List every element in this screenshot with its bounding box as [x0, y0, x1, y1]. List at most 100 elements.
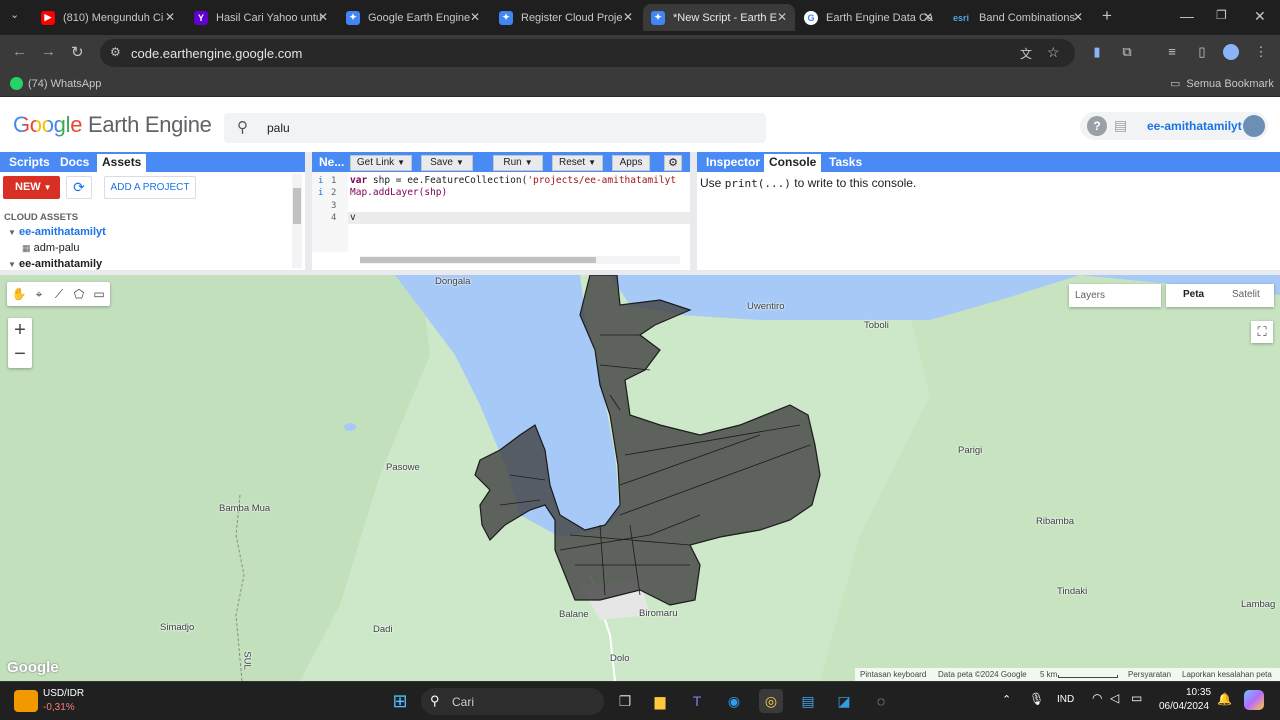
- panel-divider[interactable]: [305, 152, 312, 270]
- extension-icon[interactable]: ▮: [1089, 44, 1105, 60]
- info-icon[interactable]: i: [318, 188, 323, 198]
- report-error-link[interactable]: Laporkan kesalahan peta: [1182, 670, 1272, 679]
- microphone-icon[interactable]: 🎙: [1029, 692, 1044, 706]
- bookmark-whatsapp[interactable]: (74) WhatsApp: [10, 77, 101, 90]
- help-icon[interactable]: ?: [1087, 116, 1107, 136]
- language-indicator[interactable]: IND: [1057, 694, 1074, 705]
- close-tab-icon[interactable]: ✕: [318, 10, 328, 24]
- all-bookmarks[interactable]: ▭ Semua Bookmark: [1170, 77, 1274, 91]
- pan-hand-icon[interactable]: ✋: [9, 284, 29, 304]
- zoom-in-button[interactable]: +: [8, 318, 32, 343]
- close-tab-icon[interactable]: ✕: [1073, 10, 1083, 24]
- tab-new-script[interactable]: Ne...: [314, 154, 349, 172]
- extensions-puzzle-icon[interactable]: ⧉: [1119, 44, 1135, 60]
- clock-time[interactable]: 10:35: [1186, 687, 1211, 698]
- browser-tab[interactable]: G Earth Engine Data Ca ✕: [796, 4, 941, 31]
- scrollbar-thumb[interactable]: [360, 257, 596, 263]
- app-icon[interactable]: ◪: [832, 689, 856, 713]
- horizontal-scrollbar[interactable]: [360, 256, 680, 264]
- scrollbar-thumb[interactable]: [293, 188, 301, 224]
- layers-button[interactable]: Layers: [1069, 284, 1161, 307]
- tree-project[interactable]: ▼ ee-amithatamilyt: [8, 226, 106, 238]
- close-window-icon[interactable]: ✕: [1254, 8, 1266, 25]
- places-search[interactable]: ⚲ palu: [224, 113, 766, 143]
- forward-icon[interactable]: →: [41, 43, 56, 60]
- chrome-icon[interactable]: ◎: [759, 689, 783, 713]
- save-button[interactable]: Save ▼: [421, 155, 473, 171]
- earth-engine-logo[interactable]: Google Earth Engine: [13, 112, 212, 138]
- menu-icon[interactable]: ⋮: [1253, 44, 1269, 60]
- browser-tab[interactable]: ✦ Google Earth Engine ✕: [338, 4, 488, 31]
- user-menu[interactable]: ? ▤ ee-amithatamilyt: [1080, 112, 1268, 140]
- new-button[interactable]: NEW ▼: [3, 176, 60, 199]
- site-info-icon[interactable]: ⚙: [110, 45, 121, 59]
- wifi-icon[interactable]: ◠: [1092, 691, 1102, 705]
- tab-docs[interactable]: Docs: [55, 154, 94, 172]
- address-bar[interactable]: ⚙ code.earthengine.google.com 文 ☆: [100, 39, 1075, 67]
- run-button[interactable]: Run ▼: [493, 155, 543, 171]
- browser-tab[interactable]: ▶ (810) Mengunduh Ci ✕: [33, 4, 183, 31]
- draw-rectangle-icon[interactable]: ▭: [89, 284, 109, 304]
- tab-search-icon[interactable]: ⌄: [10, 8, 19, 21]
- taskbar-search[interactable]: ⚲ Cari: [421, 688, 604, 715]
- browser-tab[interactable]: Y Hasil Cari Yahoo untu ✕: [186, 4, 336, 31]
- minimize-icon[interactable]: —: [1180, 8, 1194, 24]
- teams-icon[interactable]: T: [685, 689, 709, 713]
- side-panel-icon[interactable]: ▯: [1194, 44, 1210, 60]
- browser-tab[interactable]: ✦ Register Cloud Proje ✕: [491, 4, 641, 31]
- close-tab-icon[interactable]: ✕: [923, 10, 933, 24]
- draw-shape-icon[interactable]: ⬠: [69, 284, 89, 304]
- widget-title[interactable]: USD/IDR: [43, 688, 84, 699]
- close-tab-icon[interactable]: ✕: [165, 10, 175, 24]
- refresh-button[interactable]: ⟳: [66, 176, 92, 199]
- tab-assets[interactable]: Assets: [97, 154, 147, 172]
- tab-tasks[interactable]: Tasks: [824, 154, 867, 172]
- tab-scripts[interactable]: Scripts: [4, 154, 55, 172]
- browser-tab-active[interactable]: ✦ *New Script - Earth E ✕: [643, 4, 795, 31]
- browser-tab[interactable]: esri Band Combinations ✕: [943, 4, 1091, 31]
- add-marker-icon[interactable]: ⌖: [29, 284, 49, 304]
- code-editor[interactable]: i 1 i 2 3 4 var shp = ee.FeatureCollecti…: [312, 172, 690, 270]
- file-explorer-icon[interactable]: ▆: [648, 689, 672, 713]
- app-icon[interactable]: ◌: [869, 689, 893, 713]
- clock-date[interactable]: 06/04/2024: [1159, 701, 1209, 712]
- bookmark-star-icon[interactable]: ☆: [1047, 44, 1060, 61]
- battery-icon[interactable]: ▭: [1131, 691, 1142, 705]
- edge-icon[interactable]: ◉: [722, 689, 746, 713]
- panel-divider[interactable]: [690, 152, 697, 270]
- scrollbar[interactable]: [292, 174, 302, 268]
- feedback-icon[interactable]: ▤: [1114, 117, 1127, 134]
- map-view[interactable]: ✋ ⌖ ⟋ ⬠ ▭ + − Layers Peta Satelit ⛶ Dong…: [0, 275, 1280, 681]
- notification-bell-icon[interactable]: 🔔: [1217, 692, 1232, 706]
- tree-asset-table[interactable]: ▦ adm-palu: [22, 242, 79, 254]
- draw-line-icon[interactable]: ⟋: [49, 284, 69, 304]
- keyboard-shortcuts-link[interactable]: Pintasan keyboard: [860, 670, 926, 679]
- apps-button[interactable]: Apps: [612, 155, 650, 171]
- tab-console[interactable]: Console: [764, 154, 822, 172]
- close-tab-icon[interactable]: ✕: [623, 10, 633, 24]
- new-tab-icon[interactable]: +: [1102, 6, 1112, 26]
- reset-button[interactable]: Reset ▼: [552, 155, 603, 171]
- show-hidden-icons[interactable]: ⌃: [1002, 693, 1011, 706]
- media-icon[interactable]: ≡: [1164, 44, 1180, 60]
- task-view-icon[interactable]: ❐: [613, 689, 637, 713]
- word-icon[interactable]: ▤: [796, 689, 820, 713]
- translate-icon[interactable]: 文: [1020, 45, 1032, 62]
- windows-start-icon[interactable]: ⊞: [388, 689, 412, 713]
- copilot-icon[interactable]: [1244, 690, 1264, 710]
- add-project-button[interactable]: ADD A PROJECT: [104, 176, 196, 199]
- settings-gear-icon[interactable]: ⚙: [664, 155, 682, 171]
- avatar[interactable]: [1243, 115, 1265, 137]
- volume-icon[interactable]: ◁: [1110, 691, 1119, 705]
- map-type-satelit[interactable]: Satelit: [1232, 289, 1260, 300]
- back-icon[interactable]: ←: [12, 43, 27, 60]
- map-type-peta[interactable]: Peta: [1183, 289, 1204, 300]
- fullscreen-icon[interactable]: ⛶: [1251, 321, 1273, 343]
- tree-project[interactable]: ▼ ee-amithatamily: [8, 258, 102, 270]
- get-link-button[interactable]: Get Link ▼: [350, 155, 412, 171]
- tab-inspector[interactable]: Inspector: [701, 154, 765, 172]
- zoom-out-button[interactable]: −: [8, 343, 32, 368]
- close-tab-icon[interactable]: ✕: [470, 10, 480, 24]
- info-icon[interactable]: i: [318, 176, 323, 186]
- restore-icon[interactable]: ❐: [1216, 8, 1227, 22]
